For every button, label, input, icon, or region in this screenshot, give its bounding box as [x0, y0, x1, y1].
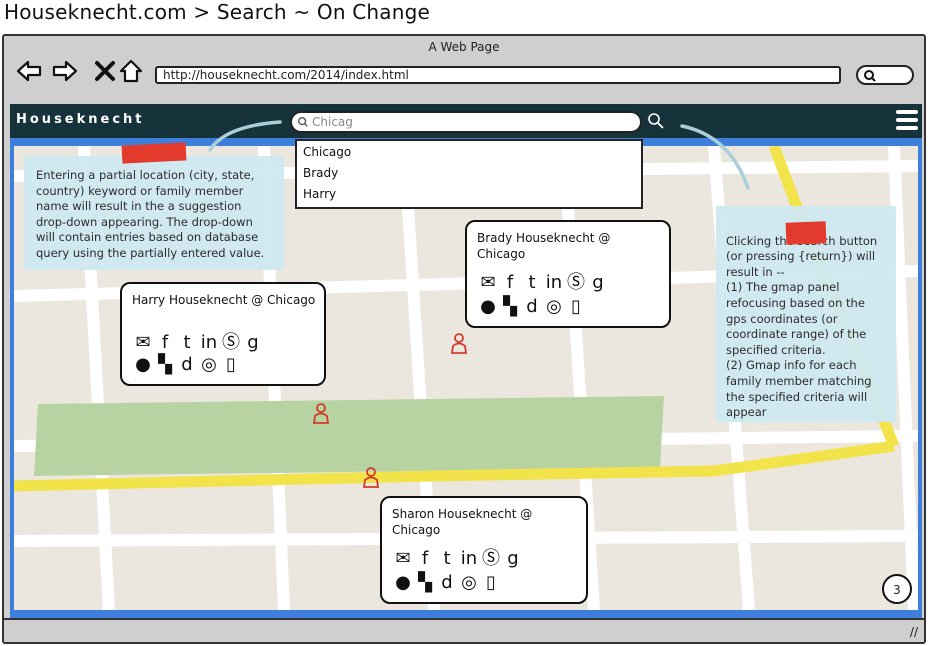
delicious-icon[interactable]: ▚ [414, 572, 436, 594]
browser-status-bar: // [4, 618, 924, 642]
person-pin-icon[interactable] [312, 402, 330, 424]
skype-icon[interactable]: Ⓢ [480, 548, 502, 570]
social-icons-row: ✉ f t in Ⓢg [132, 332, 264, 354]
page-number-badge: 3 [882, 574, 912, 604]
person-pin-icon[interactable] [362, 466, 380, 488]
search-icon [864, 70, 876, 82]
social-icons-row: ✉ f t in Ⓢg [392, 548, 524, 570]
social-icons-row: ● ▚ d ◎ ▯ [392, 572, 502, 594]
forward-icon[interactable] [52, 58, 78, 84]
browser-search-field[interactable] [856, 65, 914, 85]
browser-window: A Web Page http://houseknecht.com/2014/i… [2, 34, 926, 644]
mobile-icon[interactable]: ▯ [480, 572, 502, 594]
google-icon[interactable]: g [242, 332, 264, 354]
info-bubble-sharon: Sharon Houseknecht @ Chicago ✉ f t in Ⓢg ● ▚ d… [380, 496, 588, 604]
address-bar[interactable]: http://houseknecht.com/2014/index.html [155, 66, 841, 84]
linkedin-icon[interactable]: in [458, 548, 480, 570]
stop-icon[interactable] [92, 58, 118, 84]
facebook-icon[interactable]: f [414, 548, 436, 570]
blogger-icon[interactable]: ◎ [458, 572, 480, 594]
google-icon[interactable]: g [502, 548, 524, 570]
twitter-icon[interactable]: t [176, 332, 198, 354]
email-icon[interactable]: ✉ [132, 332, 154, 354]
bubble-name: Sharon Houseknecht @ Chicago [392, 507, 533, 537]
web-page-viewport: Houseknecht Chicag Entering a partial lo… [10, 104, 922, 626]
linkedin-icon[interactable]: in [198, 332, 220, 354]
social-icons-row: ● ▚ d ◎ ▯ [132, 354, 242, 376]
mobile-icon[interactable]: ▯ [220, 354, 242, 376]
back-icon[interactable] [16, 58, 42, 84]
resize-handle-icon[interactable]: // [910, 625, 918, 639]
twitter-icon[interactable]: t [436, 548, 458, 570]
digg-icon[interactable]: d [176, 354, 198, 376]
delicious-icon[interactable]: ▚ [154, 354, 176, 376]
window-title: A Web Page [428, 40, 500, 54]
email-icon[interactable]: ✉ [392, 548, 414, 570]
callout-connectors [208, 120, 750, 190]
person-pin-icon[interactable] [450, 332, 468, 354]
digg-icon[interactable]: d [436, 572, 458, 594]
skype-icon[interactable]: Ⓢ [220, 332, 242, 354]
facebook-icon[interactable]: f [154, 332, 176, 354]
blogger-icon[interactable]: ◎ [198, 354, 220, 376]
flickr-icon[interactable]: ● [132, 354, 154, 376]
page-title: Houseknecht.com > Search ~ On Change [4, 0, 431, 24]
home-icon[interactable] [118, 58, 144, 84]
flickr-icon[interactable]: ● [392, 572, 414, 594]
